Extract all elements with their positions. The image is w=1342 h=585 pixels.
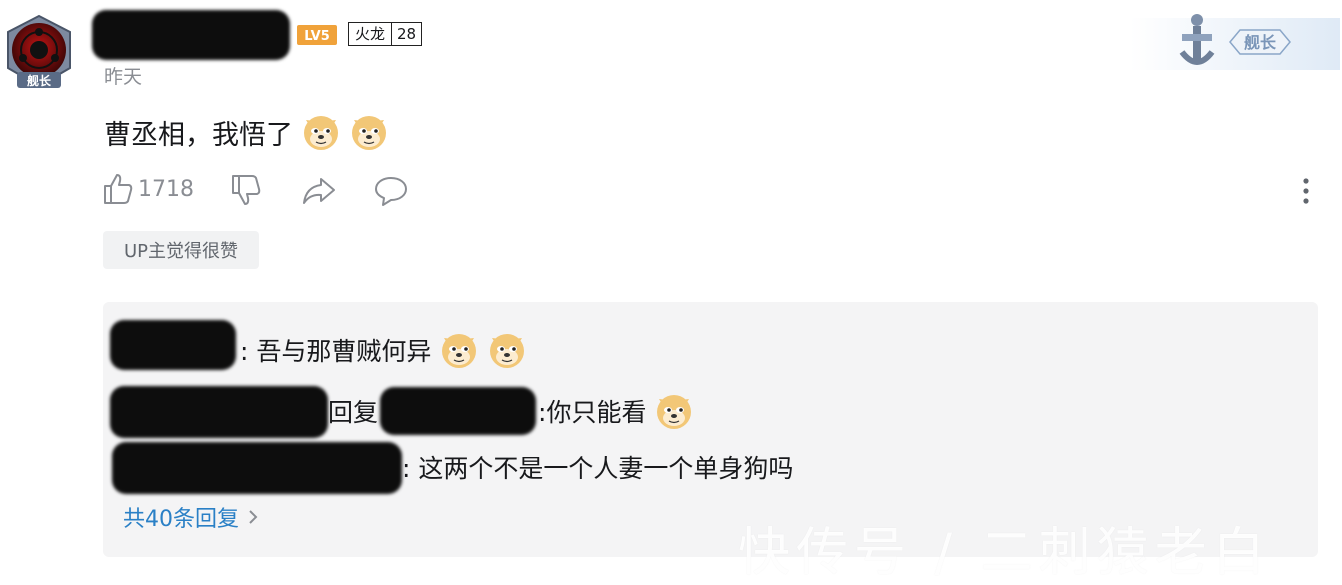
- fan-medal[interactable]: 火龙 28: [348, 22, 423, 46]
- avatar[interactable]: 舰长: [0, 12, 78, 92]
- comment-content: 曹丞相，我悟了: [104, 112, 389, 152]
- comment-time: 昨天: [104, 66, 143, 88]
- level-badge-text: LV5: [304, 29, 330, 44]
- reply-word: 回复: [328, 398, 379, 427]
- doge-emoji-icon: [301, 112, 341, 152]
- captain-decoration: 舰长: [1130, 8, 1340, 78]
- captain-label: 舰长: [1244, 33, 1277, 52]
- comment-text: 曹丞相，我悟了: [104, 119, 293, 151]
- like-button[interactable]: 1718: [102, 172, 194, 206]
- dislike-button[interactable]: [230, 173, 262, 211]
- doge-emoji-icon: [439, 330, 479, 370]
- reply-target-redacted[interactable]: [380, 387, 537, 435]
- chevron-right-icon: [249, 510, 258, 524]
- thumb-down-icon: [232, 175, 261, 205]
- view-all-replies-link[interactable]: 共40条回复: [123, 501, 261, 533]
- reply-username-redacted[interactable]: [112, 442, 402, 494]
- username-redacted[interactable]: [92, 10, 290, 60]
- share-icon: [303, 178, 335, 204]
- reply-item[interactable]: : 吾与那曹贼何异: [240, 328, 527, 372]
- watermark: 快传号 / 二刺猿老白: [738, 523, 1271, 583]
- total-replies-text: 共40条回复: [123, 507, 239, 532]
- comment-bubble-icon: [375, 177, 407, 206]
- doge-emoji-icon: [349, 112, 389, 152]
- share-button[interactable]: [301, 175, 337, 211]
- doge-emoji-icon: [654, 391, 694, 431]
- more-options-button[interactable]: [1298, 176, 1314, 206]
- more-vertical-icon: [1303, 178, 1309, 204]
- avatar-badge-text: 舰长: [27, 73, 52, 88]
- medal-level: 28: [397, 25, 417, 43]
- reply-text: : 吾与那曹贼何异: [240, 337, 432, 366]
- reply-item[interactable]: 回复 :你只能看: [328, 387, 694, 435]
- level-badge: LV5: [297, 25, 337, 45]
- reply-item[interactable]: : 这两个不是一个人妻一个单身狗吗: [402, 445, 793, 489]
- doge-emoji-icon: [487, 330, 527, 370]
- reply-button[interactable]: [373, 175, 409, 211]
- reply-username-redacted[interactable]: [110, 386, 328, 438]
- thumb-up-icon: [104, 174, 133, 204]
- reply-text: : 这两个不是一个人妻一个单身狗吗: [402, 454, 794, 483]
- up-liked-tag: UP主觉得很赞: [103, 231, 259, 269]
- reply-username-redacted[interactable]: [110, 320, 236, 370]
- medal-name: 火龙: [349, 23, 393, 45]
- like-count: 1718: [138, 176, 194, 202]
- reply-text: :你只能看: [538, 398, 647, 427]
